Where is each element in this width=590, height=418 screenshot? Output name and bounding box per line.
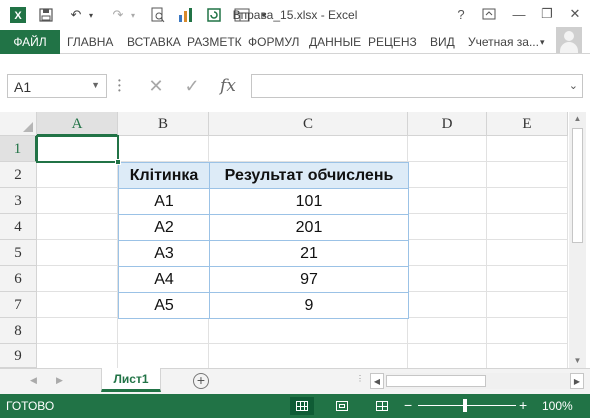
horizontal-scroll-thumb[interactable] (386, 375, 486, 387)
row-header-9[interactable]: 9 (0, 344, 37, 368)
table-cell-name[interactable]: A3 (118, 240, 210, 267)
column-header-c[interactable]: C (209, 112, 408, 136)
excel-logo-icon: X (8, 6, 28, 24)
table-cell-name[interactable]: A5 (118, 292, 210, 319)
sheet-tab-1[interactable]: Лист1 (101, 368, 161, 392)
account-dropdown-icon[interactable]: ▾ (536, 30, 549, 54)
tab-home[interactable]: ГЛАВНА (63, 30, 117, 54)
table-cell-result[interactable]: 21 (209, 240, 409, 267)
table-cell-name[interactable]: A1 (118, 188, 210, 215)
horizontal-scrollbar[interactable]: ◀ ▶ (370, 373, 584, 389)
refresh-icon[interactable] (204, 6, 224, 24)
page-break-icon (376, 401, 388, 411)
status-bar: ГОТОВО − + 100% (0, 394, 590, 418)
close-button[interactable]: ✕ (562, 4, 588, 24)
save-icon[interactable] (36, 6, 56, 24)
zoom-level[interactable]: 100% (542, 399, 573, 413)
form-icon[interactable] (232, 6, 252, 24)
status-text: ГОТОВО (6, 399, 55, 413)
select-all-button[interactable] (0, 112, 37, 136)
insert-function-icon[interactable]: fx (213, 74, 243, 98)
restore-button[interactable]: ❐ (534, 4, 560, 24)
page-layout-icon (336, 401, 348, 411)
tab-data[interactable]: ДАННЫЕ (305, 30, 365, 54)
tab-file[interactable]: ФАЙЛ (0, 30, 60, 54)
title-bar: X ↶ ▾ ↷ ▾ ▾ Вправа_15.xlsx - Excel ? — ❐… (0, 0, 590, 30)
add-sheet-button[interactable]: + (193, 373, 209, 389)
column-header-a[interactable]: A (37, 112, 118, 136)
row-header-2[interactable]: 2 (0, 162, 37, 188)
column-header-d[interactable]: D (408, 112, 487, 136)
cancel-icon[interactable]: ✕ (141, 74, 171, 98)
column-header-e[interactable]: E (487, 112, 568, 136)
table-cell-name[interactable]: A4 (118, 266, 210, 293)
account-name[interactable]: Учетная за... (468, 30, 539, 54)
enter-icon[interactable]: ✓ (177, 74, 207, 98)
zoom-in-button[interactable]: + (519, 397, 527, 413)
ribbon-tabs: ФАЙЛ ГЛАВНА ВСТАВКА РАЗМЕТК ФОРМУЛ ДАННЫ… (0, 30, 590, 54)
tab-page-layout[interactable]: РАЗМЕТК (183, 30, 246, 54)
tab-formulas[interactable]: ФОРМУЛ (244, 30, 303, 54)
table-cell-result[interactable]: 9 (209, 292, 409, 319)
page-break-view-button[interactable] (370, 397, 394, 415)
name-box-dropdown-icon[interactable]: ▼ (91, 80, 100, 90)
spreadsheet-grid: A B C D E 1 2 3 4 5 6 7 8 9 Клітинка Рез… (0, 112, 568, 368)
column-header-b[interactable]: B (118, 112, 209, 136)
scroll-up-icon[interactable]: ▲ (569, 112, 586, 126)
vertical-scroll-thumb[interactable] (572, 128, 583, 243)
vertical-scrollbar[interactable]: ▲ ▼ (569, 112, 586, 368)
print-preview-icon[interactable] (148, 6, 168, 24)
table-cell-result[interactable]: 97 (209, 266, 409, 293)
scroll-down-icon[interactable]: ▼ (569, 354, 586, 368)
avatar[interactable] (556, 27, 582, 53)
table-header-result[interactable]: Результат обчислень (209, 162, 409, 189)
ribbon-display-icon[interactable] (476, 4, 502, 24)
tab-split-grip-icon[interactable]: ⋮ (356, 374, 364, 388)
cell-a1[interactable] (36, 135, 119, 163)
normal-view-icon (296, 401, 308, 411)
fill-handle[interactable] (115, 159, 121, 165)
normal-view-button[interactable] (290, 397, 314, 415)
prev-sheet-icon[interactable]: ◀ (30, 375, 37, 386)
row-header-3[interactable]: 3 (0, 188, 37, 214)
table-cell-result[interactable]: 101 (209, 188, 409, 215)
customize-toolbar-icon[interactable]: ▾ (258, 6, 270, 24)
undo-dropdown-icon[interactable]: ▾ (86, 6, 96, 24)
next-sheet-icon[interactable]: ▶ (56, 375, 63, 386)
formula-bar-grip-icon[interactable]: • • • (118, 77, 122, 95)
row-header-8[interactable]: 8 (0, 318, 37, 344)
scroll-left-icon[interactable]: ◀ (370, 373, 384, 389)
row-header-1[interactable]: 1 (0, 136, 37, 162)
name-box[interactable]: A1 ▼ (7, 74, 107, 98)
zoom-slider-track[interactable] (418, 405, 516, 406)
row-header-6[interactable]: 6 (0, 266, 37, 292)
zoom-out-button[interactable]: − (404, 397, 412, 413)
table-cell-result[interactable]: 201 (209, 214, 409, 241)
minimize-button[interactable]: — (506, 4, 532, 24)
zoom-slider-knob[interactable] (463, 399, 467, 412)
tab-review[interactable]: РЕЦЕНЗ (364, 30, 421, 54)
expand-formula-icon[interactable]: ⌄ (569, 79, 578, 92)
sheet-tabs-bar: ◀ ▶ Лист1 + ⋮ ◀ ▶ (0, 368, 590, 394)
redo-dropdown-icon[interactable]: ▾ (128, 6, 138, 24)
table-header-cell[interactable]: Клітинка (118, 162, 210, 189)
tab-insert[interactable]: ВСТАВКА (123, 30, 185, 54)
page-layout-view-button[interactable] (330, 397, 354, 415)
table-cell-name[interactable]: A2 (118, 214, 210, 241)
undo-icon[interactable]: ↶ (66, 6, 86, 24)
svg-text:X: X (14, 10, 22, 22)
row-header-4[interactable]: 4 (0, 214, 37, 240)
row-header-7[interactable]: 7 (0, 292, 37, 318)
scroll-right-icon[interactable]: ▶ (570, 373, 584, 389)
help-button[interactable]: ? (448, 4, 474, 24)
chart-icon[interactable] (176, 6, 196, 24)
redo-icon[interactable]: ↷ (108, 6, 128, 24)
tab-view[interactable]: ВИД (426, 30, 459, 54)
formula-input[interactable]: ⌄ (251, 74, 583, 98)
name-box-value: A1 (14, 79, 32, 95)
row-header-5[interactable]: 5 (0, 240, 37, 266)
